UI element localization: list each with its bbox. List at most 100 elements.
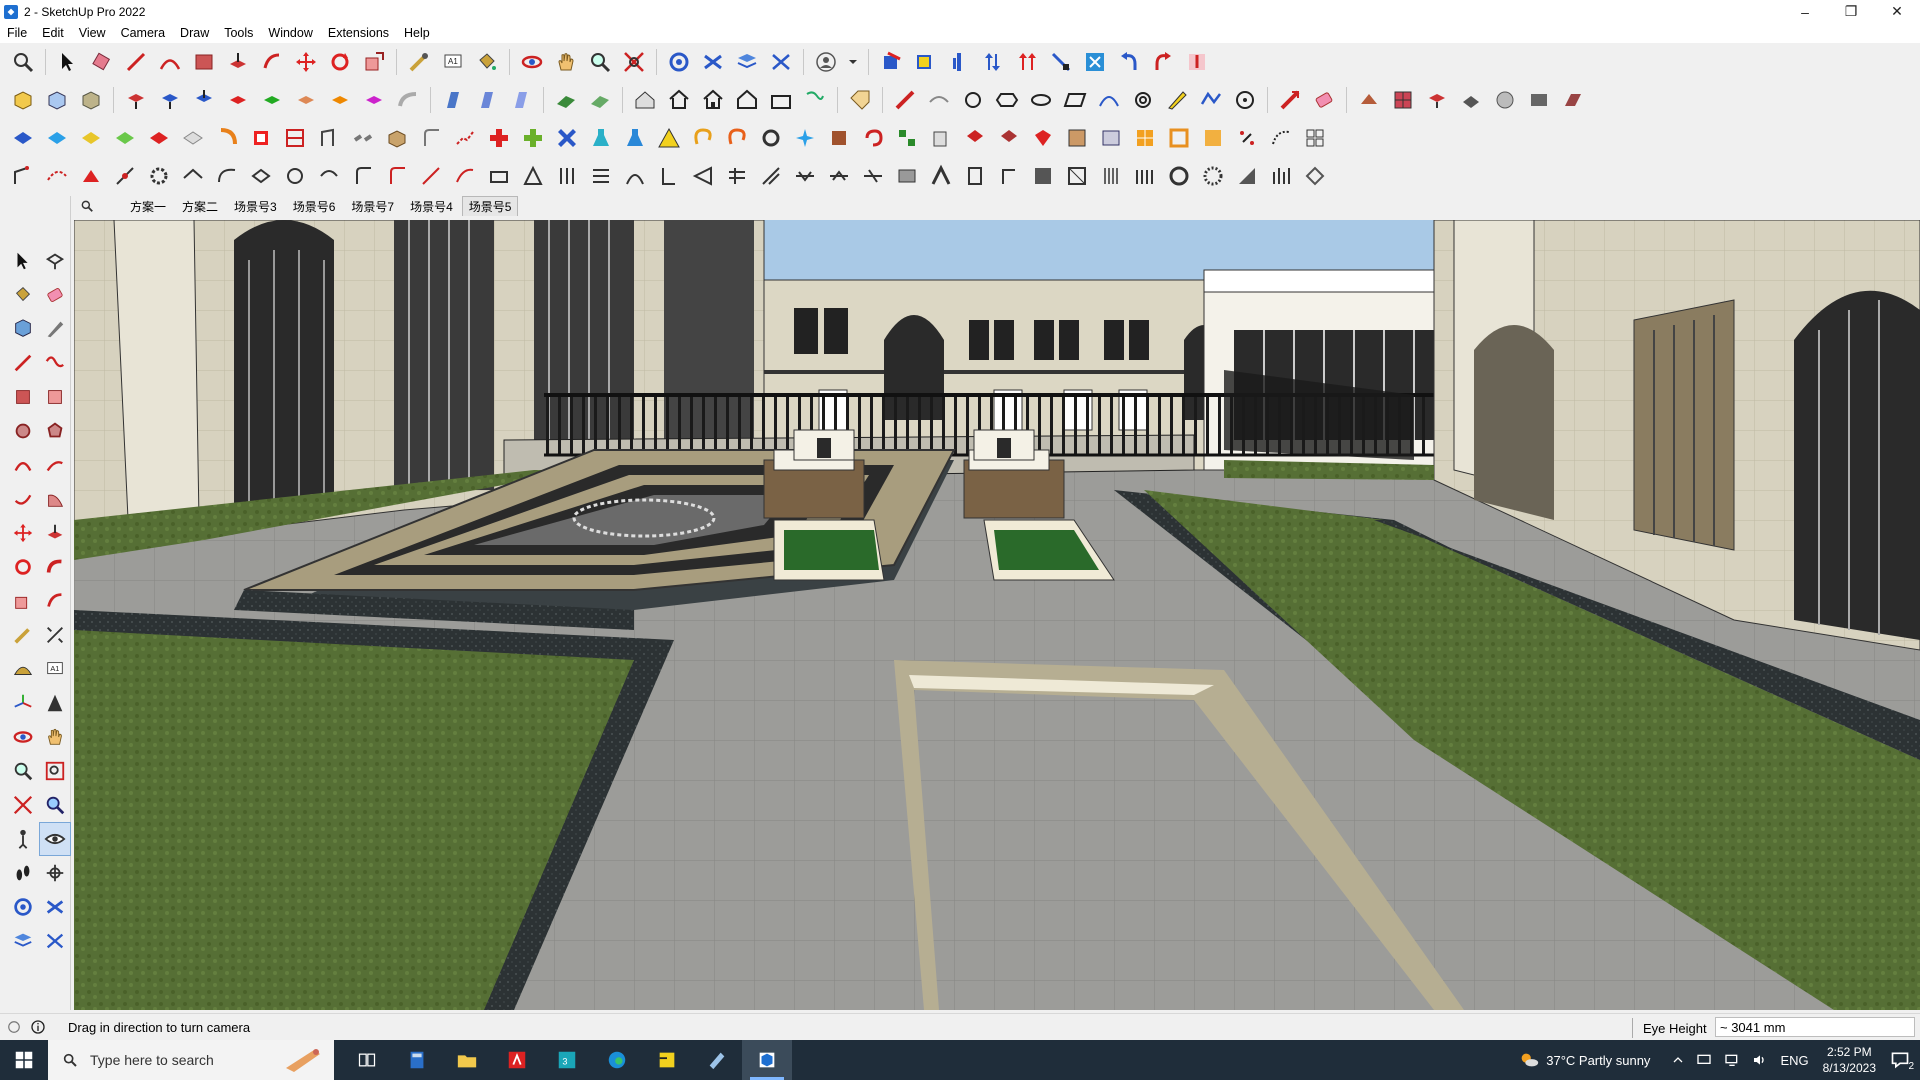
front-view-icon[interactable]	[76, 85, 106, 115]
orbit-icon[interactable]	[517, 47, 547, 77]
grid-icon[interactable]	[280, 123, 310, 153]
lasso-icon[interactable]	[688, 123, 718, 153]
connect-dots-icon[interactable]	[450, 123, 480, 153]
scene-tab-5[interactable]: 场景号7	[344, 196, 402, 216]
geo-location-icon[interactable]	[4, 1017, 24, 1037]
weather-widget[interactable]: 37°C Partly sunny	[1518, 1049, 1650, 1071]
edge-tool-12-icon[interactable]	[382, 161, 412, 191]
edge-tool-28-icon[interactable]	[926, 161, 956, 191]
text-label-icon[interactable]: A1	[438, 47, 468, 77]
arrow-down-blue-icon[interactable]	[155, 85, 185, 115]
arrow-down-blue-2-icon[interactable]	[189, 85, 219, 115]
sample-paint-icon[interactable]	[39, 312, 71, 346]
paint-bucket-icon[interactable]	[472, 47, 502, 77]
array-grid-icon[interactable]	[1300, 123, 1330, 153]
shape-bundle-1-icon[interactable]	[8, 123, 38, 153]
menu-draw[interactable]: Draw	[180, 26, 209, 40]
display-section-planes-icon[interactable]	[39, 924, 71, 958]
circle-target-icon[interactable]	[1230, 85, 1260, 115]
sticky-notes-icon[interactable]	[642, 1040, 692, 1080]
layer-up-icon[interactable]	[978, 47, 1008, 77]
extension-warehouse-icon[interactable]	[876, 47, 906, 77]
rotate-icon[interactable]	[325, 47, 355, 77]
align-icon[interactable]	[1046, 47, 1076, 77]
position-camera-icon[interactable]	[7, 822, 39, 856]
edge-tool-30-icon[interactable]	[994, 161, 1024, 191]
chain-icon[interactable]	[348, 123, 378, 153]
zoom-icon[interactable]	[7, 754, 39, 788]
edge-tool-21-icon[interactable]	[688, 161, 718, 191]
select-arrow-icon[interactable]	[53, 47, 83, 77]
tag-icon[interactable]	[845, 85, 875, 115]
explode-icon[interactable]	[960, 123, 990, 153]
edge-tool-6-icon[interactable]	[178, 161, 208, 191]
arc-icon[interactable]	[155, 47, 185, 77]
draw-line-red-icon[interactable]	[890, 85, 920, 115]
flask-icon[interactable]	[586, 123, 616, 153]
square-red-icon[interactable]	[246, 123, 276, 153]
section-cut-icon[interactable]	[698, 47, 728, 77]
material-brown-icon[interactable]	[1354, 85, 1384, 115]
follow-me-icon[interactable]	[393, 85, 423, 115]
language-indicator[interactable]: ENG	[1780, 1053, 1808, 1068]
push-pull-icon[interactable]	[39, 516, 71, 550]
fredo-scale-icon[interactable]	[800, 85, 830, 115]
cube-brown-icon[interactable]	[824, 123, 854, 153]
volume-icon[interactable]	[1752, 1052, 1768, 1068]
scene-tab-1[interactable]: 方案一	[123, 196, 174, 216]
notifications-icon[interactable]: 2	[1890, 1050, 1914, 1072]
axes-icon[interactable]	[7, 686, 39, 720]
menu-edit[interactable]: Edit	[42, 26, 64, 40]
shape-bundle-3-icon[interactable]	[76, 123, 106, 153]
scale-icon[interactable]	[7, 584, 39, 618]
shape-bundle-4-icon[interactable]	[110, 123, 140, 153]
freehand-icon[interactable]	[39, 346, 71, 380]
menu-window[interactable]: Window	[268, 26, 312, 40]
display-section-icon[interactable]	[766, 47, 796, 77]
calculator-app-icon[interactable]	[392, 1040, 442, 1080]
rotate-black-icon[interactable]	[756, 123, 786, 153]
edge-tool-34-icon[interactable]	[1130, 161, 1160, 191]
shape-bundle-6-icon[interactable]	[178, 123, 208, 153]
rounded-corner-icon[interactable]	[212, 123, 242, 153]
corner-icon[interactable]	[416, 123, 446, 153]
menu-view[interactable]: View	[79, 26, 106, 40]
rotate-icon[interactable]	[7, 550, 39, 584]
menu-extensions[interactable]: Extensions	[328, 26, 389, 40]
gear-icon[interactable]	[144, 161, 174, 191]
polyline-icon[interactable]	[1196, 85, 1226, 115]
info-icon[interactable]	[28, 1017, 48, 1037]
3d-text-icon[interactable]	[39, 686, 71, 720]
offset-icon[interactable]	[39, 584, 71, 618]
door-icon[interactable]	[314, 123, 344, 153]
measurement-field[interactable]: ~ 3041 mm	[1715, 1017, 1915, 1037]
restore-geometry-icon[interactable]	[1182, 47, 1212, 77]
two-point-arc-icon[interactable]	[39, 448, 71, 482]
layer-down-icon[interactable]	[1012, 47, 1042, 77]
chevron-down-icon[interactable]	[845, 47, 861, 77]
arc-icon[interactable]	[7, 448, 39, 482]
three-point-arc-icon[interactable]	[7, 482, 39, 516]
user-account-icon[interactable]	[811, 47, 841, 77]
menu-camera[interactable]: Camera	[121, 26, 165, 40]
scatter-red-icon[interactable]	[1232, 123, 1262, 153]
lasso-2-icon[interactable]	[722, 123, 752, 153]
top-view-icon[interactable]	[42, 85, 72, 115]
pie-icon[interactable]	[39, 482, 71, 516]
hatch-orange-icon[interactable]	[1130, 123, 1160, 153]
chevron-up-icon[interactable]	[1672, 1054, 1684, 1066]
render-2-icon[interactable]	[1456, 85, 1486, 115]
rectangle-icon[interactable]	[189, 47, 219, 77]
roof-icon[interactable]	[630, 85, 660, 115]
push-pull-icon[interactable]	[223, 47, 253, 77]
wall-tool-icon[interactable]	[438, 85, 468, 115]
edge-tool-29-icon[interactable]	[960, 161, 990, 191]
curve-icon[interactable]	[924, 85, 954, 115]
frame-icon[interactable]	[1096, 123, 1126, 153]
edge-tool-19-icon[interactable]	[620, 161, 650, 191]
undo-red-icon[interactable]	[858, 123, 888, 153]
hatch-orange-3-icon[interactable]	[1198, 123, 1228, 153]
edge-tool-17-icon[interactable]	[552, 161, 582, 191]
menu-tools[interactable]: Tools	[224, 26, 253, 40]
edge-tool-25-icon[interactable]	[824, 161, 854, 191]
